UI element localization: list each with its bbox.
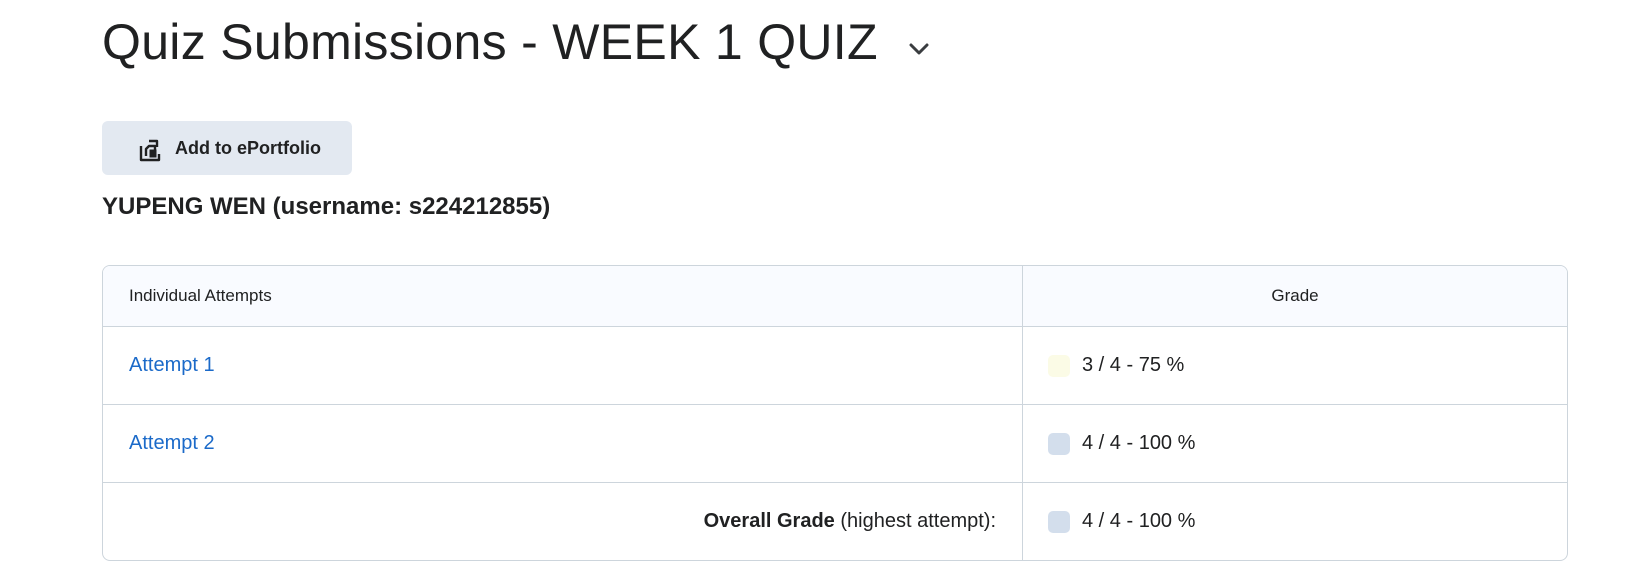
grade-value: 4 / 4 - 100 % (1082, 432, 1196, 454)
attempt-cell: Attempt 2 (103, 405, 1023, 482)
add-to-eportfolio-label: Add to ePortfolio (175, 137, 321, 158)
table-header-row: Individual Attempts Grade (103, 266, 1567, 326)
page-title: Quiz Submissions - WEEK 1 QUIZ (102, 14, 878, 70)
attempt-cell: Attempt 1 (103, 327, 1023, 404)
overall-grade-cell: 4 / 4 - 100 % (1023, 483, 1567, 560)
table-row: Attempt 1 3 / 4 - 75 % (103, 326, 1567, 404)
title-menu-toggle[interactable] (902, 32, 936, 66)
overall-grade-value: 4 / 4 - 100 % (1082, 510, 1196, 532)
add-to-eportfolio-button[interactable]: Add to ePortfolio (102, 121, 352, 175)
column-header-grade: Grade (1271, 286, 1319, 305)
grade-color-swatch (1048, 354, 1070, 377)
grade-value: 3 / 4 - 75 % (1082, 354, 1185, 376)
column-header-attempts: Individual Attempts (129, 286, 272, 305)
overall-grade-label-bold: Overall Grade (703, 510, 835, 532)
header-cell-attempts: Individual Attempts (103, 266, 1023, 326)
overall-grade-label-rest: (highest attempt): (840, 510, 996, 532)
attempt-2-link[interactable]: Attempt 2 (129, 432, 215, 455)
attempt-1-link[interactable]: Attempt 1 (129, 354, 215, 377)
grade-cell: 3 / 4 - 75 % (1023, 327, 1567, 404)
header-cell-grade: Grade (1023, 266, 1567, 326)
grade-color-swatch (1048, 432, 1070, 455)
user-heading: YUPENG WEN (username: s224212855) (102, 193, 551, 220)
overall-grade-label: Overall Grade (highest attempt): (704, 510, 996, 533)
page-header: Quiz Submissions - WEEK 1 QUIZ (102, 6, 936, 78)
eportfolio-icon (138, 137, 164, 163)
overall-label-cell: Overall Grade (highest attempt): (103, 483, 1023, 560)
chevron-down-icon (909, 43, 929, 55)
overall-grade-row: Overall Grade (highest attempt): 4 / 4 -… (103, 482, 1567, 560)
table-row: Attempt 2 4 / 4 - 100 % (103, 404, 1567, 482)
attempts-table: Individual Attempts Grade Attempt 1 3 / … (102, 265, 1568, 561)
grade-cell: 4 / 4 - 100 % (1023, 405, 1567, 482)
grade-color-swatch (1048, 510, 1070, 533)
